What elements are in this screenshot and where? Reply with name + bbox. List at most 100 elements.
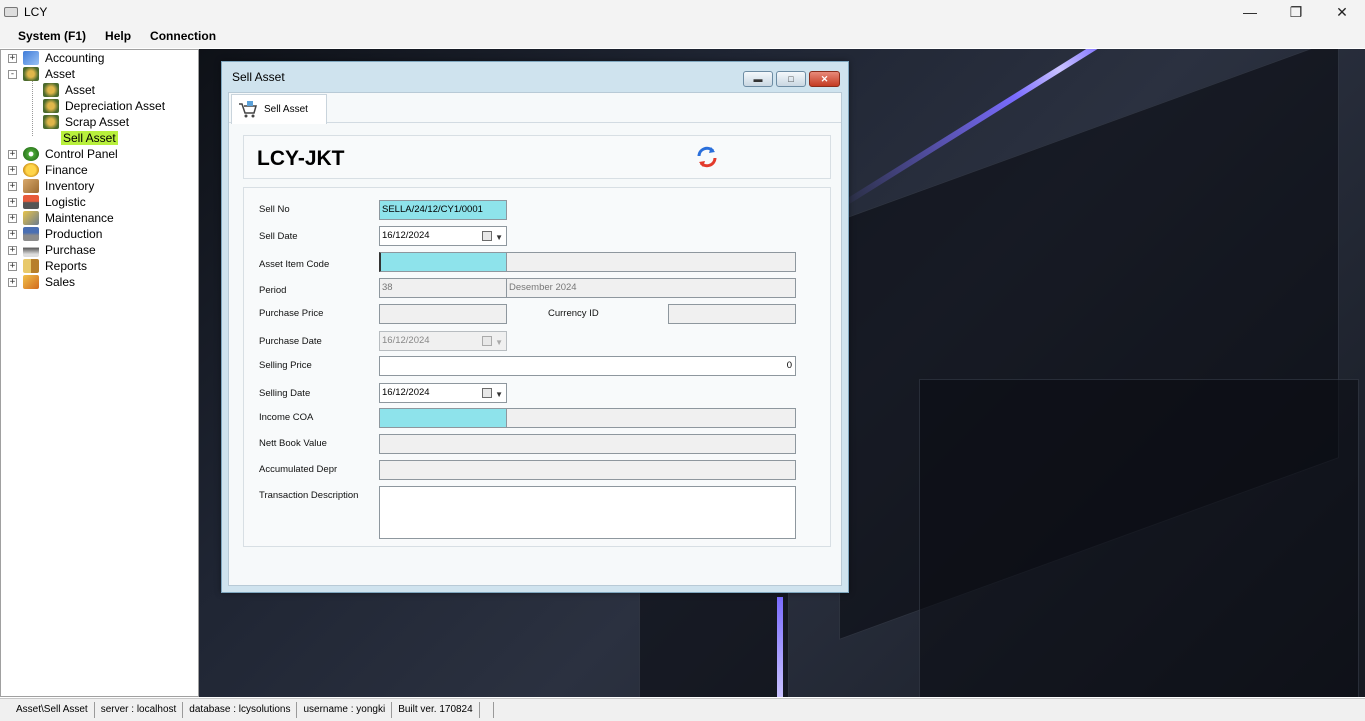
expand-icon[interactable]: + (8, 277, 17, 287)
collapse-icon[interactable]: - (8, 69, 17, 79)
sell-date-picker[interactable]: 16/12/2024 ▼ (379, 226, 507, 246)
chevron-down-icon: ▼ (495, 338, 503, 347)
tab-label: Sell Asset (264, 104, 308, 115)
menu-help[interactable]: Help (105, 29, 131, 43)
expand-icon[interactable]: + (8, 165, 17, 175)
transaction-description-textarea[interactable] (379, 486, 796, 539)
tree-item-label: Control Panel (45, 147, 118, 161)
tree-item-label: Accounting (45, 51, 105, 65)
tree-item-control-panel[interactable]: + Control Panel (8, 146, 120, 162)
income-coa-field[interactable] (379, 408, 507, 428)
dialog-minimize-button[interactable]: ▬ (743, 71, 773, 87)
tree-item-label: Reports (45, 259, 88, 273)
menu-system[interactable]: System (F1) (18, 29, 86, 43)
inventory-icon (23, 179, 39, 193)
income-coa-name-field (506, 408, 796, 428)
refresh-icon[interactable] (695, 145, 719, 169)
expand-icon[interactable]: + (8, 229, 17, 239)
asset-item-code-field[interactable] (379, 252, 507, 272)
tree-item-reports[interactable]: + Reports (8, 258, 89, 274)
tab-sell-asset[interactable]: Sell Asset (231, 94, 327, 124)
tree-item-sales[interactable]: + Sales (8, 274, 77, 290)
expand-icon[interactable]: + (8, 245, 17, 255)
shopping-cart-icon (238, 100, 258, 120)
chevron-down-icon[interactable]: ▼ (495, 386, 503, 404)
tree-item-maintenance[interactable]: + Maintenance (8, 210, 116, 226)
menu-connection[interactable]: Connection (150, 29, 216, 43)
dialog-controls: ▬ □ ✕ (743, 71, 840, 87)
calendar-icon (482, 336, 492, 346)
sell-no-field[interactable]: SELLA/24/12/CY1/0001 (379, 200, 507, 220)
status-bar: Asset\Sell Asset server : localhost data… (0, 698, 1365, 721)
tree-item-label: Depreciation Asset (65, 99, 166, 113)
maintenance-icon (23, 211, 39, 225)
expand-icon[interactable]: + (8, 53, 17, 63)
tree-item-production[interactable]: + Production (8, 226, 104, 242)
dialog-title: Sell Asset (232, 70, 285, 84)
dialog-maximize-button[interactable]: □ (776, 71, 806, 87)
tree-item-accounting[interactable]: + Accounting (8, 50, 106, 66)
dialog-close-button[interactable]: ✕ (809, 71, 840, 87)
expand-icon[interactable]: + (8, 261, 17, 271)
tree-item-label: Purchase (45, 243, 96, 257)
accounting-icon (23, 51, 39, 65)
purchase-date-value: 16/12/2024 (382, 335, 430, 346)
tree-item-label: Inventory (45, 179, 95, 193)
expand-icon[interactable]: + (8, 149, 17, 159)
selling-price-label: Selling Price (259, 360, 312, 371)
purchase-date-label: Purchase Date (259, 336, 322, 347)
selling-date-label: Selling Date (259, 388, 311, 399)
tree-item-label-selected: Sell Asset (61, 131, 118, 145)
close-button[interactable]: ✕ (1319, 0, 1365, 24)
income-coa-label: Income COA (259, 412, 314, 423)
navigation-tree: + Accounting - Asset Asset Depreciation … (0, 49, 199, 697)
purchase-date-picker: 16/12/2024 ▼ (379, 331, 507, 351)
expand-icon[interactable]: + (8, 181, 17, 191)
asset-item-code-label: Asset Item Code (259, 259, 330, 270)
tree-item-depreciation-asset[interactable]: Depreciation Asset (43, 98, 167, 114)
tree-item-inventory[interactable]: + Inventory (8, 178, 96, 194)
background-light-stripe (777, 597, 783, 697)
tree-item-logistic[interactable]: + Logistic (8, 194, 88, 210)
tree-connector (32, 80, 33, 136)
dialog-body: Sell Asset LCY-JKT Sell No SELLA/24/12/C… (228, 92, 842, 586)
status-database: database : lcysolutions (183, 702, 298, 718)
header-panel: LCY-JKT (243, 135, 831, 179)
expand-icon[interactable]: + (8, 213, 17, 223)
period-name-field: Desember 2024 (506, 278, 796, 298)
tree-item-sell-asset[interactable]: Sell Asset (61, 130, 118, 146)
currency-id-label: Currency ID (548, 308, 599, 319)
tree-item-purchase[interactable]: + Purchase (8, 242, 98, 258)
selling-date-picker[interactable]: 16/12/2024 ▼ (379, 383, 507, 403)
tree-item-asset-sub[interactable]: Asset (43, 82, 97, 98)
period-field: 38 (379, 278, 507, 298)
window-title: LCY (24, 5, 48, 19)
chevron-down-icon[interactable]: ▼ (495, 229, 503, 247)
status-empty-segment (480, 702, 494, 718)
asset-icon (23, 67, 39, 81)
tree-item-asset[interactable]: - Asset (8, 66, 77, 82)
purchase-icon (23, 243, 39, 257)
tree-item-label: Asset (65, 83, 96, 97)
selling-price-field[interactable]: 0 (379, 356, 796, 376)
finance-icon (23, 163, 39, 177)
period-label: Period (259, 285, 287, 296)
minimize-button[interactable]: — (1227, 0, 1273, 24)
tree-item-finance[interactable]: + Finance (8, 162, 90, 178)
reports-icon (23, 259, 39, 273)
tree-item-label: Logistic (45, 195, 86, 209)
app-icon (4, 7, 18, 17)
purchase-price-label: Purchase Price (259, 308, 324, 319)
company-name: LCY-JKT (257, 147, 345, 170)
restore-button[interactable]: ❐ (1273, 0, 1319, 24)
tree-item-scrap-asset[interactable]: Scrap Asset (43, 114, 131, 130)
logistic-icon (23, 195, 39, 209)
gear-icon (23, 147, 39, 161)
transaction-description-label: Transaction Description (259, 490, 359, 501)
background-decoration (919, 379, 1359, 697)
sell-date-value: 16/12/2024 (382, 230, 430, 241)
calendar-icon[interactable] (482, 231, 492, 241)
calendar-icon[interactable] (482, 388, 492, 398)
sales-icon (23, 275, 39, 289)
expand-icon[interactable]: + (8, 197, 17, 207)
